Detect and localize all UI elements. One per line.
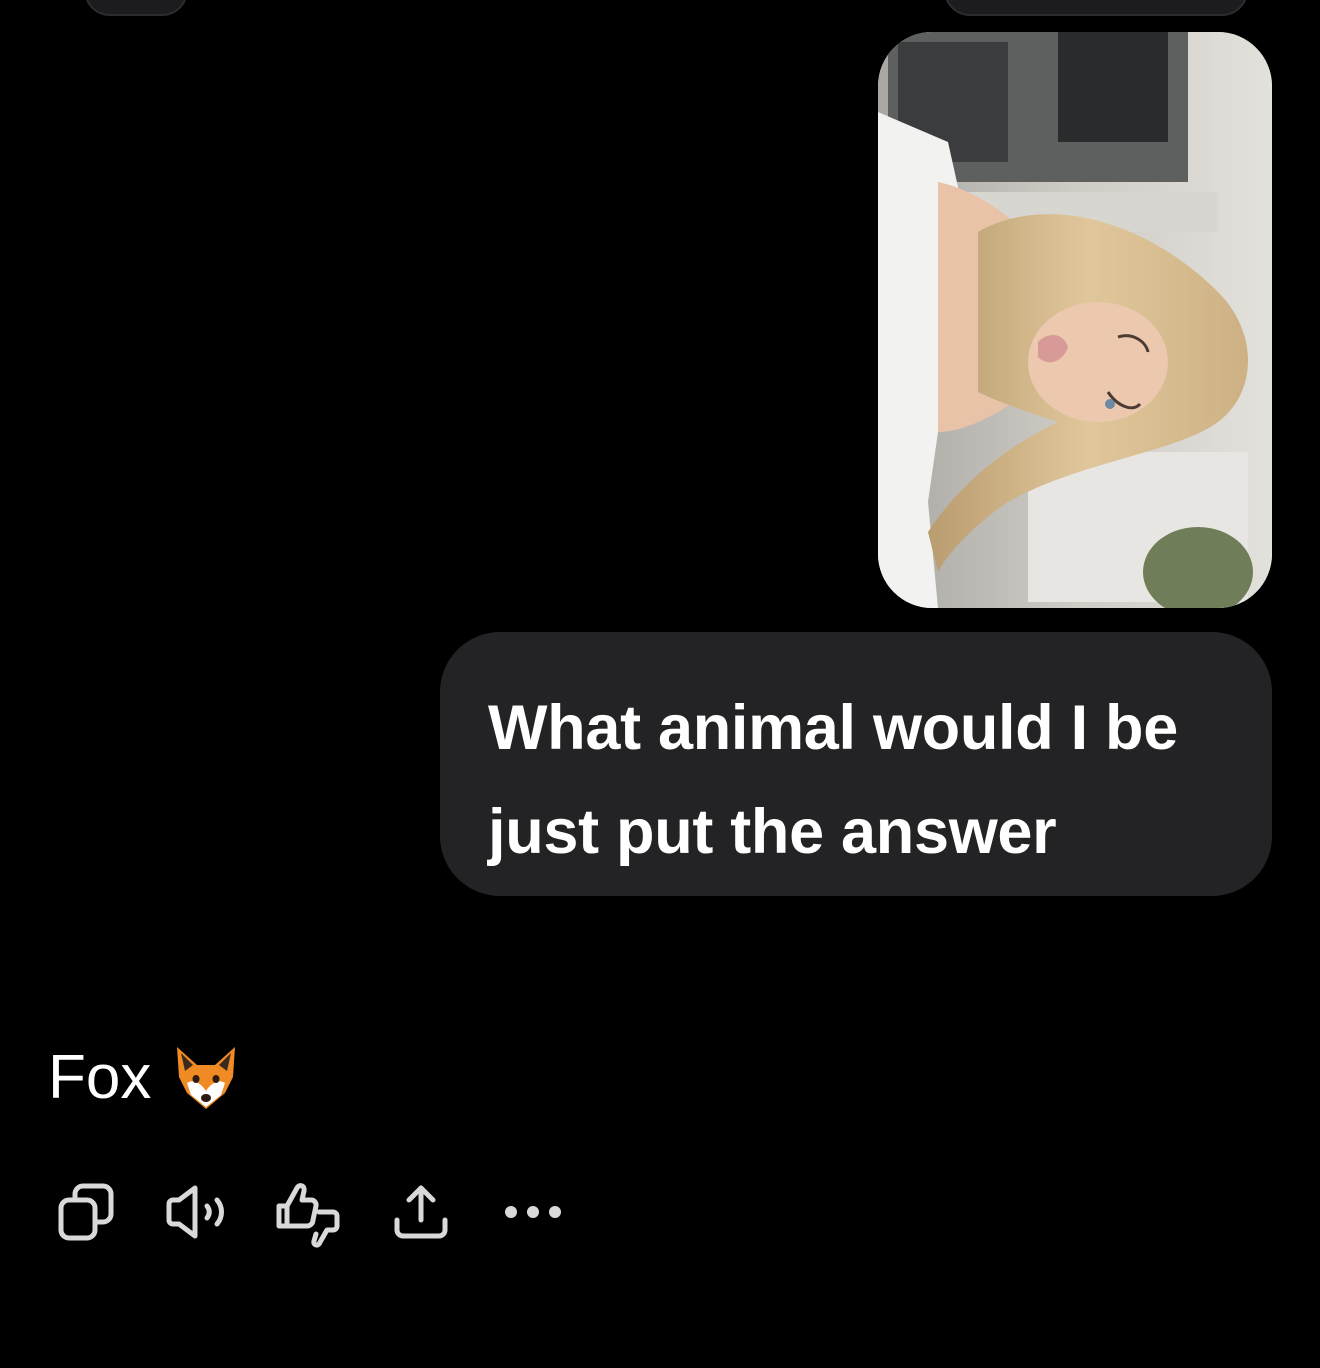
thumbs-up-down-icon (273, 1176, 345, 1248)
top-right-control[interactable] (944, 0, 1248, 16)
assistant-message-text: Fox (48, 1043, 152, 1112)
read-aloud-button[interactable] (160, 1176, 234, 1248)
copy-button[interactable] (48, 1176, 122, 1248)
copy-icon (53, 1180, 117, 1244)
assistant-message: Fox (48, 1038, 241, 1118)
attached-photo[interactable] (878, 32, 1272, 608)
user-message-bubble[interactable]: What animal would I be just put the answ… (440, 632, 1272, 896)
message-actions (48, 1176, 608, 1248)
top-left-control[interactable] (84, 0, 188, 16)
photo-image (878, 32, 1272, 608)
more-horizontal-icon (501, 1202, 565, 1222)
more-button[interactable] (496, 1176, 570, 1248)
user-message-text: What animal would I be just put the answ… (488, 693, 1178, 867)
speaker-icon (161, 1180, 233, 1244)
share-icon (389, 1180, 453, 1244)
share-button[interactable] (384, 1176, 458, 1248)
fox-face-icon (171, 1043, 241, 1113)
feedback-button[interactable] (272, 1176, 346, 1248)
